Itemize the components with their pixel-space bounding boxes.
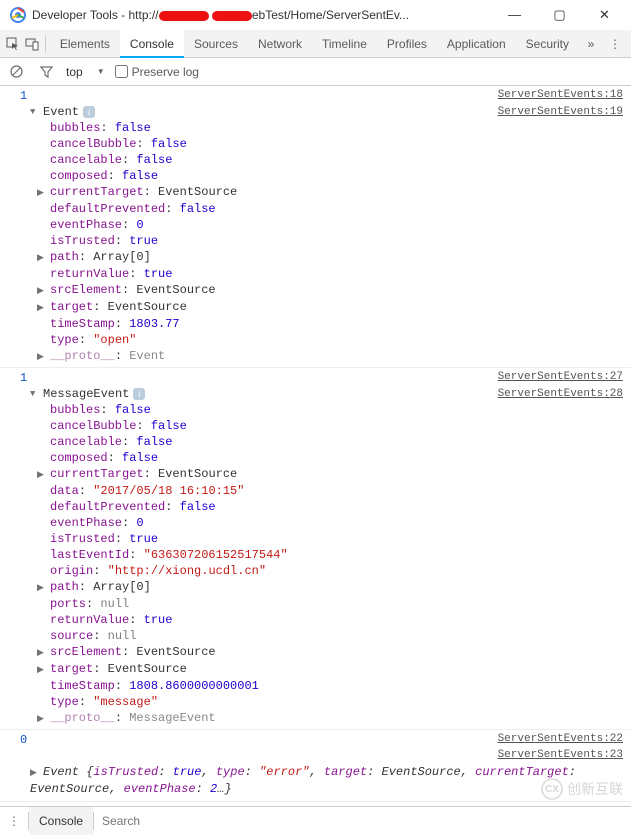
- property-list: bubbles: falsecancelBubble: falsecancela…: [0, 120, 631, 365]
- source-link[interactable]: ServerSentEvents:18: [498, 89, 623, 103]
- source-link[interactable]: ServerSentEvents:28: [498, 388, 623, 400]
- property-row[interactable]: defaultPrevented: false: [50, 201, 631, 217]
- devtools-tabbar: Elements Console Sources Network Timelin…: [0, 30, 631, 58]
- device-icon[interactable]: [23, 32, 42, 56]
- preserve-log-checkbox[interactable]: Preserve log: [115, 65, 199, 79]
- close-button[interactable]: ✕: [582, 1, 627, 29]
- drawer-tabbar: ⋮ Console: [0, 806, 631, 834]
- search-input[interactable]: [94, 814, 631, 828]
- watermark: CX创新互联: [541, 778, 623, 800]
- tab-security[interactable]: Security: [516, 30, 579, 58]
- console-entry: 1 ServerSentEvents:18 ▼ Event i ServerSe…: [0, 86, 631, 368]
- property-row[interactable]: data: "2017/05/18 16:10:15": [50, 483, 631, 499]
- property-row[interactable]: ▶srcElement: EventSource: [50, 644, 631, 661]
- property-row[interactable]: ▶currentTarget: EventSource: [50, 466, 631, 483]
- source-link[interactable]: ServerSentEvents:23: [498, 749, 623, 761]
- tab-elements[interactable]: Elements: [50, 30, 120, 58]
- property-row[interactable]: composed: false: [50, 168, 631, 184]
- property-row[interactable]: timeStamp: 1808.8600000000001: [50, 678, 631, 694]
- minimize-button[interactable]: —: [492, 1, 537, 29]
- property-row[interactable]: lastEventId: "636307206152517544": [50, 547, 631, 563]
- property-row[interactable]: isTrusted: true: [50, 531, 631, 547]
- property-row[interactable]: ▶target: EventSource: [50, 299, 631, 316]
- property-row[interactable]: timeStamp: 1803.77: [50, 316, 631, 332]
- log-count: 0: [20, 733, 32, 747]
- source-link[interactable]: ServerSentEvents:19: [498, 106, 623, 118]
- tab-sources[interactable]: Sources: [184, 30, 248, 58]
- property-row[interactable]: origin: "http://xiong.ucdl.cn": [50, 563, 631, 579]
- chrome-icon: [10, 7, 26, 23]
- property-row[interactable]: ▶path: Array[0]: [50, 579, 631, 596]
- property-row[interactable]: ports: null: [50, 596, 631, 612]
- console-toolbar: top ▼ Preserve log: [0, 58, 631, 86]
- info-icon[interactable]: i: [83, 106, 95, 118]
- object-type[interactable]: MessageEvent: [43, 387, 129, 401]
- window-title: Developer Tools - http:// ebTest/Home/Se…: [32, 8, 492, 22]
- clear-console-icon[interactable]: [6, 62, 26, 82]
- property-row[interactable]: composed: false: [50, 450, 631, 466]
- log-count: 1: [20, 89, 32, 103]
- console-output: 1 ServerSentEvents:18 ▼ Event i ServerSe…: [0, 86, 631, 810]
- divider: [45, 35, 46, 53]
- tab-application[interactable]: Application: [437, 30, 516, 58]
- property-row[interactable]: ▶target: EventSource: [50, 661, 631, 678]
- drawer-menu-icon[interactable]: ⋮: [0, 814, 28, 828]
- property-row[interactable]: returnValue: true: [50, 612, 631, 628]
- property-list: bubbles: falsecancelBubble: falsecancela…: [0, 402, 631, 727]
- property-row[interactable]: cancelBubble: false: [50, 418, 631, 434]
- tabs-overflow[interactable]: »: [579, 32, 603, 56]
- property-row[interactable]: bubbles: false: [50, 120, 631, 136]
- drawer-tab-console[interactable]: Console: [29, 807, 93, 835]
- property-row[interactable]: cancelable: false: [50, 152, 631, 168]
- log-count: 1: [20, 371, 32, 385]
- inspect-icon[interactable]: [4, 32, 23, 56]
- property-row[interactable]: type: "open": [50, 332, 631, 348]
- property-row[interactable]: eventPhase: 0: [50, 515, 631, 531]
- property-row[interactable]: ▶srcElement: EventSource: [50, 282, 631, 299]
- property-row[interactable]: type: "message": [50, 694, 631, 710]
- property-row[interactable]: ▶__proto__: Event: [50, 348, 631, 365]
- property-row[interactable]: cancelBubble: false: [50, 136, 631, 152]
- context-dropdown[interactable]: top ▼: [66, 65, 105, 79]
- disclosure-triangle-icon[interactable]: ▼: [30, 389, 39, 399]
- disclosure-triangle-icon[interactable]: ▼: [30, 107, 39, 117]
- property-row[interactable]: eventPhase: 0: [50, 217, 631, 233]
- filter-icon[interactable]: [36, 62, 56, 82]
- property-row[interactable]: source: null: [50, 628, 631, 644]
- tab-network[interactable]: Network: [248, 30, 312, 58]
- window-titlebar: Developer Tools - http:// ebTest/Home/Se…: [0, 0, 631, 30]
- source-link[interactable]: ServerSentEvents:22: [498, 733, 623, 747]
- console-entry: 0 ServerSentEvents:22 ServerSentEvents:2…: [0, 730, 631, 802]
- property-row[interactable]: isTrusted: true: [50, 233, 631, 249]
- property-row[interactable]: cancelable: false: [50, 434, 631, 450]
- property-row[interactable]: ▶__proto__: MessageEvent: [50, 710, 631, 727]
- property-row[interactable]: ▶currentTarget: EventSource: [50, 184, 631, 201]
- property-row[interactable]: ▶path: Array[0]: [50, 249, 631, 266]
- error-summary[interactable]: ▶Event {isTrusted: true, type: "error", …: [0, 762, 631, 799]
- menu-button[interactable]: ⋮: [603, 32, 627, 56]
- console-entry: 1 ServerSentEvents:27 ▼ MessageEvent i S…: [0, 368, 631, 730]
- property-row[interactable]: defaultPrevented: false: [50, 499, 631, 515]
- property-row[interactable]: bubbles: false: [50, 402, 631, 418]
- tab-profiles[interactable]: Profiles: [377, 30, 437, 58]
- object-type[interactable]: Event: [43, 105, 79, 119]
- info-icon[interactable]: i: [133, 388, 145, 400]
- maximize-button[interactable]: ▢: [537, 1, 582, 29]
- tab-console[interactable]: Console: [120, 30, 184, 58]
- tab-timeline[interactable]: Timeline: [312, 30, 377, 58]
- source-link[interactable]: ServerSentEvents:27: [498, 371, 623, 385]
- property-row[interactable]: returnValue: true: [50, 266, 631, 282]
